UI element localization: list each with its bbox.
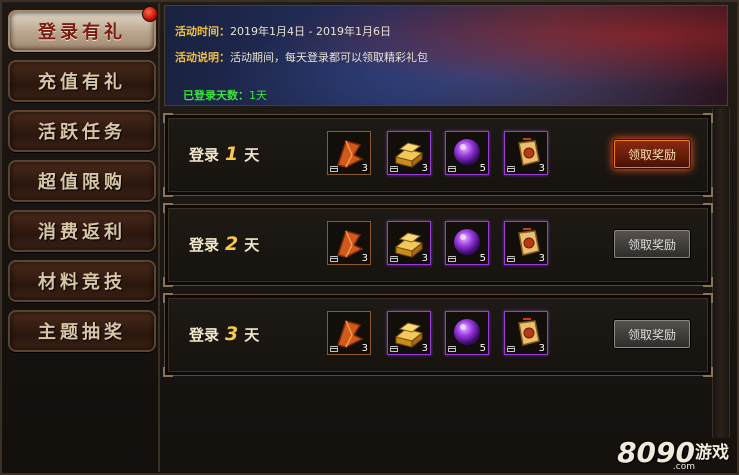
login-day-label: 登录 2 天 xyxy=(189,233,259,255)
reward-item-slot[interactable]: 3 xyxy=(327,131,371,175)
bound-lock-icon xyxy=(390,166,398,172)
sidebar-item-active-tasks[interactable]: 活跃任务 xyxy=(8,110,156,152)
corner-ornament xyxy=(703,187,713,197)
claim-reward-button[interactable]: 领取奖励 xyxy=(614,140,690,168)
day-prefix: 登录 xyxy=(189,146,220,164)
sidebar-item-login-gift[interactable]: 登录有礼 xyxy=(8,6,158,52)
claim-reward-label: 领取奖励 xyxy=(627,327,676,342)
bound-lock-icon xyxy=(390,346,398,352)
reward-row: 登录 3 天 3 3 5 3 领取奖励 xyxy=(163,293,713,377)
login-day-label: 登录 1 天 xyxy=(189,143,259,165)
sidebar-item-label: 材料竞技 xyxy=(38,272,126,293)
bound-lock-icon xyxy=(448,346,456,352)
reward-item-slot[interactable]: 3 xyxy=(387,221,431,265)
bound-lock-icon xyxy=(507,166,515,172)
reward-item-slot[interactable]: 3 xyxy=(504,131,548,175)
reward-row: 登录 2 天 3 3 5 3 领取奖励 xyxy=(163,203,713,287)
sidebar-item-label: 超值限购 xyxy=(38,172,126,193)
corner-ornament xyxy=(163,203,173,213)
bound-lock-icon xyxy=(448,256,456,262)
item-count: 3 xyxy=(361,343,368,354)
day-suffix: 天 xyxy=(244,236,260,254)
event-banner: 活动时间：2019年1月4日 - 2019年1月6日 活动说明：活动期间，每天登… xyxy=(164,5,728,106)
item-count: 5 xyxy=(479,343,486,354)
event-desc-label: 活动说明： xyxy=(175,51,230,64)
site-watermark: 8090 游戏 .com xyxy=(617,436,729,472)
reward-item-slot[interactable]: 3 xyxy=(387,131,431,175)
item-count: 3 xyxy=(538,343,545,354)
login-days-label: 已登录天数： xyxy=(183,89,249,102)
notification-dot-icon xyxy=(142,6,158,22)
sidebar-item-label: 消费返利 xyxy=(38,222,126,243)
watermark-brand-cn: 游戏 xyxy=(695,443,729,463)
reward-item-slot[interactable]: 3 xyxy=(504,221,548,265)
claim-reward-label: 领取奖励 xyxy=(627,147,676,162)
item-count: 3 xyxy=(361,163,368,174)
item-count: 3 xyxy=(538,253,545,264)
claim-reward-label: 领取奖励 xyxy=(627,237,676,252)
reward-item-slot[interactable]: 5 xyxy=(445,131,489,175)
reward-item-slot[interactable]: 5 xyxy=(445,311,489,355)
sidebar-item-recharge-gift[interactable]: 充值有礼 xyxy=(8,60,156,102)
watermark-domain: .com xyxy=(672,462,695,472)
corner-ornament xyxy=(703,367,713,377)
corner-ornament xyxy=(703,293,713,303)
sidebar-item-label: 主题抽奖 xyxy=(38,322,126,343)
reward-item-slot[interactable]: 3 xyxy=(327,221,371,265)
item-count: 3 xyxy=(421,343,428,354)
bound-lock-icon xyxy=(507,256,515,262)
right-decor-bar xyxy=(712,108,730,438)
reward-item-slot[interactable]: 3 xyxy=(387,311,431,355)
sidebar-item-label: 登录有礼 xyxy=(38,22,126,43)
corner-ornament xyxy=(163,367,173,377)
corner-ornament xyxy=(163,113,173,123)
sidebar-item-theme-lottery[interactable]: 主题抽奖 xyxy=(8,310,156,352)
claim-reward-button[interactable]: 领取奖励 xyxy=(614,320,690,348)
corner-ornament xyxy=(703,113,713,123)
sidebar-item-spend-rebate[interactable]: 消费返利 xyxy=(8,210,156,252)
item-count: 5 xyxy=(479,163,486,174)
bound-lock-icon xyxy=(390,256,398,262)
reward-row: 登录 1 天 3 3 5 3 领取奖励 xyxy=(163,113,713,197)
sidebar: 登录有礼 充值有礼 活跃任务 超值限购 消费返利 材料竞技 主题抽奖 xyxy=(3,3,160,472)
bound-lock-icon xyxy=(330,346,338,352)
bound-lock-icon xyxy=(448,166,456,172)
item-count: 3 xyxy=(421,253,428,264)
day-prefix: 登录 xyxy=(189,236,220,254)
sidebar-item-value-purchase[interactable]: 超值限购 xyxy=(8,160,156,202)
reward-item-slot[interactable]: 3 xyxy=(504,311,548,355)
day-suffix: 天 xyxy=(244,146,260,164)
item-count: 3 xyxy=(421,163,428,174)
sidebar-item-label: 充值有礼 xyxy=(38,72,126,93)
sidebar-item-material-compete[interactable]: 材料竞技 xyxy=(8,260,156,302)
bound-lock-icon xyxy=(507,346,515,352)
event-time-label: 活动时间： xyxy=(175,25,230,38)
login-days-line: 已登录天数：1天 xyxy=(183,87,267,103)
corner-ornament xyxy=(163,277,173,287)
corner-ornament xyxy=(703,203,713,213)
item-count: 3 xyxy=(538,163,545,174)
reward-item-slot[interactable]: 3 xyxy=(327,311,371,355)
sidebar-item-label: 活跃任务 xyxy=(38,122,126,143)
item-count: 3 xyxy=(361,253,368,264)
event-desc-value: 活动期间，每天登录都可以领取精彩礼包 xyxy=(230,51,428,64)
login-day-label: 登录 3 天 xyxy=(189,323,259,345)
bound-lock-icon xyxy=(330,166,338,172)
day-number: 1 xyxy=(225,143,239,165)
event-time-value: 2019年1月4日 - 2019年1月6日 xyxy=(230,25,391,38)
day-suffix: 天 xyxy=(244,326,260,344)
claim-reward-button[interactable]: 领取奖励 xyxy=(614,230,690,258)
event-time-line: 活动时间：2019年1月4日 - 2019年1月6日 xyxy=(175,23,391,39)
bound-lock-icon xyxy=(330,256,338,262)
day-number: 2 xyxy=(225,233,239,255)
login-days-value: 1天 xyxy=(249,89,267,102)
event-desc-line: 活动说明：活动期间，每天登录都可以领取精彩礼包 xyxy=(175,49,428,65)
day-number: 3 xyxy=(225,323,239,345)
corner-ornament xyxy=(703,277,713,287)
corner-ornament xyxy=(163,293,173,303)
day-prefix: 登录 xyxy=(189,326,220,344)
reward-item-slot[interactable]: 5 xyxy=(445,221,489,265)
corner-ornament xyxy=(163,187,173,197)
item-count: 5 xyxy=(479,253,486,264)
